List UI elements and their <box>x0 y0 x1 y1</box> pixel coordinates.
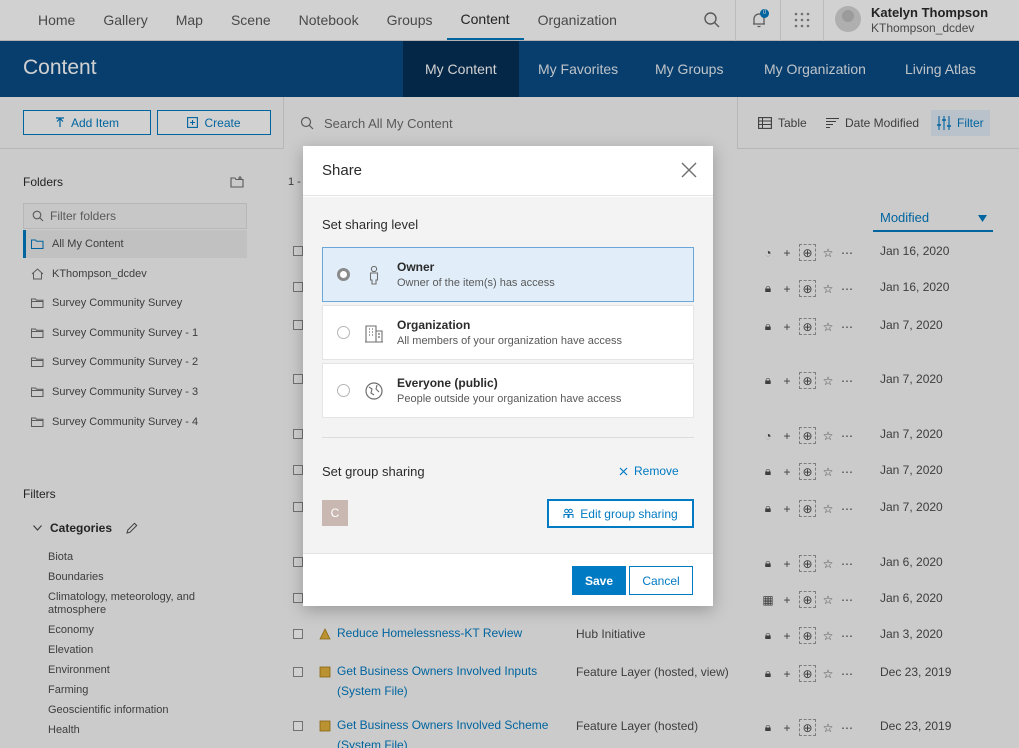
share-dialog-body: Set sharing level Owner Owner of the ite… <box>303 197 713 553</box>
radio-owner[interactable] <box>337 268 350 281</box>
close-icon <box>619 467 628 475</box>
person-icon <box>369 265 379 285</box>
group-thumbnail: C <box>322 500 348 526</box>
option-title: Owner <box>397 260 435 274</box>
cancel-button[interactable]: Cancel <box>629 566 693 595</box>
sharing-option-everyone[interactable]: Everyone (public) People outside your or… <box>322 363 694 418</box>
group-sharing-label: Set group sharing <box>322 464 425 479</box>
close-icon[interactable] <box>681 162 697 178</box>
option-description: All members of your organization have ac… <box>397 335 622 347</box>
building-icon <box>365 325 383 343</box>
globe-icon <box>365 382 383 400</box>
option-title: Organization <box>397 318 471 332</box>
remove-label: Remove <box>634 464 679 478</box>
option-description: Owner of the item(s) has access <box>397 277 555 289</box>
edit-group-sharing-label: Edit group sharing <box>580 506 678 521</box>
radio-organization[interactable] <box>337 326 350 339</box>
save-button[interactable]: Save <box>572 566 626 595</box>
section-divider <box>322 437 694 438</box>
share-dialog: Share Set sharing level Owner Owner of t… <box>303 146 713 606</box>
share-dialog-title: Share <box>322 162 363 179</box>
group-icon <box>563 508 574 518</box>
radio-everyone[interactable] <box>337 384 350 397</box>
edit-group-sharing-button[interactable]: Edit group sharing <box>547 499 694 528</box>
option-title: Everyone (public) <box>397 376 498 390</box>
remove-button[interactable]: Remove <box>619 464 679 478</box>
sharing-option-owner[interactable]: Owner Owner of the item(s) has access <box>322 247 694 302</box>
sharing-option-organization[interactable]: Organization All members of your organiz… <box>322 305 694 360</box>
share-dialog-header: Share <box>303 146 713 196</box>
share-dialog-footer: Save Cancel <box>303 553 713 606</box>
option-description: People outside your organization have ac… <box>397 393 622 405</box>
sharing-level-label: Set sharing level <box>322 217 419 232</box>
